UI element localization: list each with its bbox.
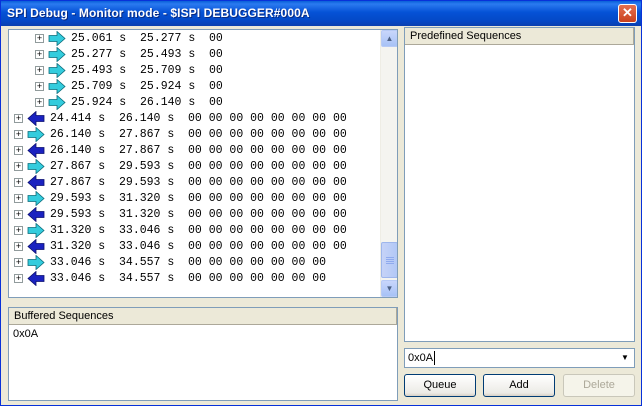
text-caret	[434, 351, 435, 365]
expand-plus-icon[interactable]: +	[14, 258, 23, 267]
left-arrow-icon	[27, 111, 45, 126]
expand-plus-icon[interactable]: +	[35, 34, 44, 43]
sequence-row-text: 26.140 s 27.867 s 00 00 00 00 00 00 00 0…	[50, 144, 347, 157]
right-arrow-icon	[48, 63, 66, 78]
combo-dropdown-button[interactable]: ▼	[617, 350, 633, 366]
predefined-sequences-panel[interactable]: Predefined Sequences	[404, 27, 635, 342]
tree-row[interactable]: +31.320 s 33.046 s 00 00 00 00 00 00 00 …	[9, 223, 379, 239]
left-arrow-icon	[27, 207, 45, 222]
delete-button[interactable]: Delete	[563, 374, 635, 397]
buffered-sequences-panel[interactable]: Buffered Sequences 0x0A	[8, 307, 398, 401]
right-arrow-icon	[48, 47, 66, 62]
tree-vertical-scrollbar[interactable]: ▲ ▼	[380, 30, 397, 297]
sequence-row-text: 25.709 s 25.924 s 00	[71, 80, 223, 93]
expand-plus-icon[interactable]: +	[14, 162, 23, 171]
sequence-input-value[interactable]: 0x0A	[408, 352, 433, 364]
expand-plus-icon[interactable]: +	[14, 146, 23, 155]
predefined-sequences-header: Predefined Sequences	[405, 28, 634, 45]
expand-plus-icon[interactable]: +	[35, 82, 44, 91]
sequence-row-text: 25.493 s 25.709 s 00	[71, 64, 223, 77]
tree-row[interactable]: +26.140 s 27.867 s 00 00 00 00 00 00 00 …	[9, 127, 379, 143]
close-button[interactable]: ✕	[618, 4, 637, 23]
tree-row[interactable]: +26.140 s 27.867 s 00 00 00 00 00 00 00 …	[9, 143, 379, 159]
expand-plus-icon[interactable]: +	[14, 194, 23, 203]
tree-row[interactable]: +33.046 s 34.557 s 00 00 00 00 00 00 00	[9, 255, 379, 271]
expand-plus-icon[interactable]: +	[35, 66, 44, 75]
right-arrow-icon	[48, 79, 66, 94]
sequence-row-text: 31.320 s 33.046 s 00 00 00 00 00 00 00 0…	[50, 240, 347, 253]
sequence-row-text: 33.046 s 34.557 s 00 00 00 00 00 00 00	[50, 272, 327, 285]
scroll-up-button[interactable]: ▲	[381, 30, 397, 47]
sequence-row-text: 25.277 s 25.493 s 00	[71, 48, 223, 61]
sequence-tree[interactable]: +25.061 s 25.277 s 00 +25.277 s 25.493 s …	[8, 29, 398, 298]
tree-row[interactable]: +29.593 s 31.320 s 00 00 00 00 00 00 00 …	[9, 207, 379, 223]
tree-row[interactable]: +31.320 s 33.046 s 00 00 00 00 00 00 00 …	[9, 239, 379, 255]
left-arrow-icon	[27, 175, 45, 190]
expand-plus-icon[interactable]: +	[35, 98, 44, 107]
tree-row[interactable]: +25.709 s 25.924 s 00	[9, 79, 379, 95]
add-button[interactable]: Add	[483, 374, 555, 397]
window-title: SPI Debug - Monitor mode - $ISPI DEBUGGE…	[7, 6, 310, 20]
tree-row[interactable]: +29.593 s 31.320 s 00 00 00 00 00 00 00 …	[9, 191, 379, 207]
sequence-row-text: 25.061 s 25.277 s 00	[71, 32, 223, 45]
right-arrow-icon	[48, 31, 66, 46]
scroll-down-button[interactable]: ▼	[381, 280, 397, 297]
title-bar[interactable]: SPI Debug - Monitor mode - $ISPI DEBUGGE…	[1, 1, 641, 26]
chevron-down-icon: ▼	[621, 353, 629, 362]
sequence-input-combo[interactable]: 0x0A ▼	[404, 348, 635, 368]
expand-plus-icon[interactable]: +	[14, 114, 23, 123]
sequence-row-text: 27.867 s 29.593 s 00 00 00 00 00 00 00 0…	[50, 176, 347, 189]
spi-debug-window: SPI Debug - Monitor mode - $ISPI DEBUGGE…	[0, 0, 642, 406]
queue-button[interactable]: Queue	[404, 374, 476, 397]
tree-row[interactable]: +25.277 s 25.493 s 00	[9, 47, 379, 63]
expand-plus-icon[interactable]: +	[14, 210, 23, 219]
expand-plus-icon[interactable]: +	[14, 226, 23, 235]
tree-row[interactable]: +25.493 s 25.709 s 00	[9, 63, 379, 79]
left-arrow-icon	[27, 143, 45, 158]
left-arrow-icon	[27, 239, 45, 254]
close-icon: ✕	[622, 5, 633, 20]
sequence-row-text: 29.593 s 31.320 s 00 00 00 00 00 00 00 0…	[50, 208, 347, 221]
chevron-down-icon: ▼	[385, 284, 394, 293]
expand-plus-icon[interactable]: +	[14, 274, 23, 283]
tree-row[interactable]: +33.046 s 34.557 s 00 00 00 00 00 00 00	[9, 271, 379, 287]
sequence-row-text: 26.140 s 27.867 s 00 00 00 00 00 00 00 0…	[50, 128, 347, 141]
right-arrow-icon	[27, 255, 45, 270]
expand-plus-icon[interactable]: +	[14, 178, 23, 187]
right-arrow-icon	[27, 127, 45, 142]
sequence-row-text: 24.414 s 26.140 s 00 00 00 00 00 00 00 0…	[50, 112, 347, 125]
sequence-row-text: 31.320 s 33.046 s 00 00 00 00 00 00 00 0…	[50, 224, 347, 237]
buffered-sequences-header: Buffered Sequences	[9, 308, 397, 325]
expand-plus-icon[interactable]: +	[14, 242, 23, 251]
left-arrow-icon	[27, 271, 45, 286]
right-arrow-icon	[27, 159, 45, 174]
sequence-row-text: 25.924 s 26.140 s 00	[71, 96, 223, 109]
sequence-row-text: 29.593 s 31.320 s 00 00 00 00 00 00 00 0…	[50, 192, 347, 205]
tree-row[interactable]: +25.061 s 25.277 s 00	[9, 31, 379, 47]
sequence-row-text: 33.046 s 34.557 s 00 00 00 00 00 00 00	[50, 256, 327, 269]
tree-row[interactable]: +27.867 s 29.593 s 00 00 00 00 00 00 00 …	[9, 175, 379, 191]
scroll-thumb[interactable]	[381, 242, 397, 278]
tree-row[interactable]: +27.867 s 29.593 s 00 00 00 00 00 00 00 …	[9, 159, 379, 175]
tree-row[interactable]: +25.924 s 26.140 s 00	[9, 95, 379, 111]
chevron-up-icon: ▲	[385, 34, 394, 43]
tree-row[interactable]: +24.414 s 26.140 s 00 00 00 00 00 00 00 …	[9, 111, 379, 127]
right-arrow-icon	[48, 95, 66, 110]
right-arrow-icon	[27, 223, 45, 238]
sequence-row-text: 27.867 s 29.593 s 00 00 00 00 00 00 00 0…	[50, 160, 347, 173]
buffered-sequence-item[interactable]: 0x0A	[13, 328, 38, 340]
expand-plus-icon[interactable]: +	[14, 130, 23, 139]
right-arrow-icon	[27, 191, 45, 206]
expand-plus-icon[interactable]: +	[35, 50, 44, 59]
